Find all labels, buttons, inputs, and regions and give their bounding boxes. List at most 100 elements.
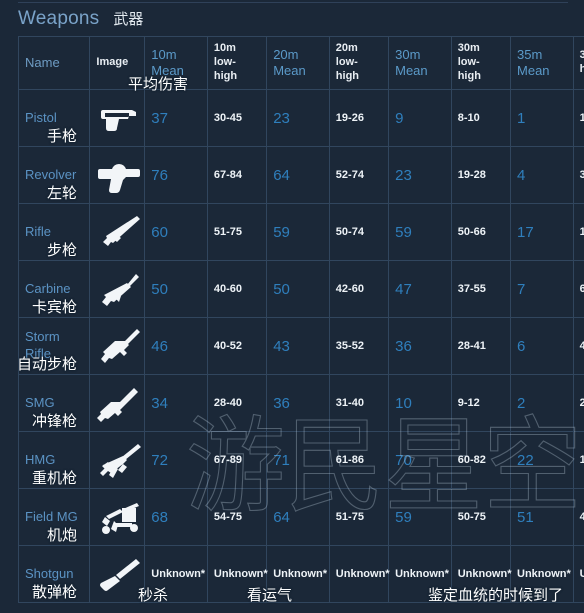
hdr-line1: 10m — [151, 46, 177, 62]
weapon-name-en[interactable]: Revolver — [25, 167, 76, 182]
weapon-name-cell[interactable]: Carbine 卡宾枪 — [18, 260, 91, 318]
cell-m35-range: 2-3 — [572, 374, 584, 432]
cell-m30-range: 8-10 — [450, 89, 512, 147]
cell-m30-range: 28-41 — [450, 317, 512, 375]
cell-m30-mean: 59 — [388, 488, 452, 546]
cell-m10-mean: 34 — [144, 374, 208, 432]
cell-m20-range: 35-52 — [328, 317, 390, 375]
cell-m10-range: 67-84 — [206, 146, 268, 204]
cell-m35-range: 42-62 — [572, 488, 584, 546]
column-header-30m-mean[interactable]: 30m Mean — [388, 36, 452, 90]
weapon-image-cell — [89, 260, 146, 318]
weapon-image-cell — [89, 374, 146, 432]
cell-m30-range: 50-75 — [450, 488, 512, 546]
weapon-name-zh: 重机枪 — [32, 470, 78, 487]
weapon-name-zh: 冲锋枪 — [32, 413, 78, 430]
cell-m30-mean: 36 — [388, 317, 452, 375]
hdr-line2: high — [213, 69, 238, 82]
cell-m20-range: 31-40 — [328, 374, 390, 432]
weapon-name-cell[interactable]: Field MG 机炮 — [18, 488, 91, 546]
hdr-line1: 30m — [395, 46, 421, 62]
column-header-20m-range[interactable]: 20m low- high — [328, 36, 390, 90]
cell-m30-range: 50-66 — [450, 203, 512, 261]
cell-m35-range: 3-5 — [572, 146, 584, 204]
weapon-name-en[interactable]: Pistol — [25, 110, 57, 125]
cell-m30-mean: 70 — [388, 431, 452, 489]
top-divider — [18, 2, 568, 3]
cell-m35-range: 1-1 — [572, 89, 584, 147]
weapons-table-container: Name Image 10m Mean 10m low- high 20m Me… — [18, 36, 584, 603]
weapon-image-cell — [89, 203, 146, 261]
weapon-name-en[interactable]: Shotgun — [25, 566, 73, 581]
cell-m20-range: 50-74 — [328, 203, 390, 261]
weapon-name-zh: 机炮 — [47, 527, 78, 544]
cell-m30-mean: 59 — [388, 203, 452, 261]
hdr-line1: 35m — [517, 46, 543, 62]
weapon-name-cell[interactable]: SMG 冲锋枪 — [18, 374, 91, 432]
page-title-zh: 武器 — [113, 11, 144, 28]
cell-m10-mean: 50 — [144, 260, 208, 318]
table-row: Pistol 手枪 3730-452319-2698-1011-1 — [18, 89, 584, 147]
weapon-name-cell[interactable]: Rifle 步枪 — [18, 203, 91, 261]
weapon-name-zh: 卡宾枪 — [32, 299, 78, 316]
weapon-name-en[interactable]: Carbine — [25, 281, 71, 296]
weapon-name-cell[interactable]: Pistol 手枪 — [18, 89, 91, 147]
weapon-image-cell — [89, 545, 146, 603]
carbine-icon — [96, 269, 140, 309]
cell-m35-range: 18-25 — [572, 431, 584, 489]
page-title-en: Weapons — [18, 8, 100, 29]
cell-m20-range: 61-86 — [328, 431, 390, 489]
weapon-name-en[interactable]: SMG — [25, 395, 55, 410]
hdr-line2: Mean — [273, 63, 306, 78]
weapon-name-zh: 半自动步枪 — [18, 356, 78, 373]
column-header-35m-range[interactable]: 35m low high — [572, 36, 584, 90]
weapon-name-en[interactable]: Field MG — [25, 509, 78, 524]
cell-m20-mean: 64 — [266, 146, 330, 204]
weapon-name-cell[interactable]: Shotgun 散弹枪 — [18, 545, 91, 603]
cell-m30-range: 37-55 — [450, 260, 512, 318]
annotation-bloodline: 鉴定血统的时候到了 — [428, 587, 564, 604]
weapon-name-zh: 手枪 — [47, 128, 78, 145]
cell-m10-mean: 37 — [144, 89, 208, 147]
table-header: Name Image 10m Mean 10m low- high 20m Me… — [18, 36, 584, 90]
cell-m10-range: 67-89 — [206, 431, 268, 489]
table-row: Storm Rifle半自动步枪 4640-524335-523628-4164-… — [18, 317, 584, 375]
table-row: Rifle步枪6051-755950-745950-661714-19 — [18, 203, 584, 261]
column-header-name[interactable]: Name — [18, 36, 91, 90]
cell-m10-mean: 60 — [144, 203, 208, 261]
annotation-luck: 看运气 — [247, 587, 293, 604]
table-row: HMG 重机枪 7267-897161-867060-822218-25 — [18, 431, 584, 489]
cell-m10-mean: 68 — [144, 488, 208, 546]
hdr-line1: 20m — [273, 46, 299, 62]
cell-m10-range: 28-40 — [206, 374, 268, 432]
weapon-name-cell[interactable]: HMG 重机枪 — [18, 431, 91, 489]
weapon-image-cell — [89, 146, 146, 204]
revolver-icon — [96, 155, 141, 195]
weapon-image-cell — [89, 488, 146, 546]
cell-m10-range: 30-45 — [206, 89, 268, 147]
cell-m35-mean: 22 — [510, 431, 574, 489]
storm-rifle-icon — [96, 326, 141, 366]
hdr-line1: 30m low- — [457, 42, 480, 69]
weapons-table: Name Image 10m Mean 10m low- high 20m Me… — [18, 36, 584, 603]
hdr-line1: 10m low- — [213, 42, 236, 69]
cell-m35-mean: 4 — [510, 146, 574, 204]
column-header-10m-range[interactable]: 10m low- high — [206, 36, 268, 90]
table-row: Revolver 左轮 7667-846452-742319-2843-5 — [18, 146, 584, 204]
cell-m20-mean: 23 — [266, 89, 330, 147]
column-header-35m-mean[interactable]: 35m Mean — [510, 36, 574, 90]
cell-m35-range: 6-9 — [572, 260, 584, 318]
cell-m30-mean: 47 — [388, 260, 452, 318]
cell-m30-range: 19-28 — [450, 146, 512, 204]
column-header-20m-mean[interactable]: 20m Mean — [266, 36, 330, 90]
weapon-name-en[interactable]: HMG — [25, 452, 55, 467]
weapon-name-en[interactable]: Rifle — [25, 224, 51, 239]
cell-m20-range: 51-75 — [328, 488, 390, 546]
weapon-name-cell[interactable]: Storm Rifle半自动步枪 — [18, 317, 91, 375]
cell-m35-range: 4-7 — [572, 317, 584, 375]
weapon-name-zh: 左轮 — [47, 185, 78, 202]
column-header-30m-range[interactable]: 30m low- high — [450, 36, 512, 90]
weapon-name-cell[interactable]: Revolver 左轮 — [18, 146, 91, 204]
cell-m10-mean: 76 — [144, 146, 208, 204]
shotgun-icon — [96, 554, 141, 594]
